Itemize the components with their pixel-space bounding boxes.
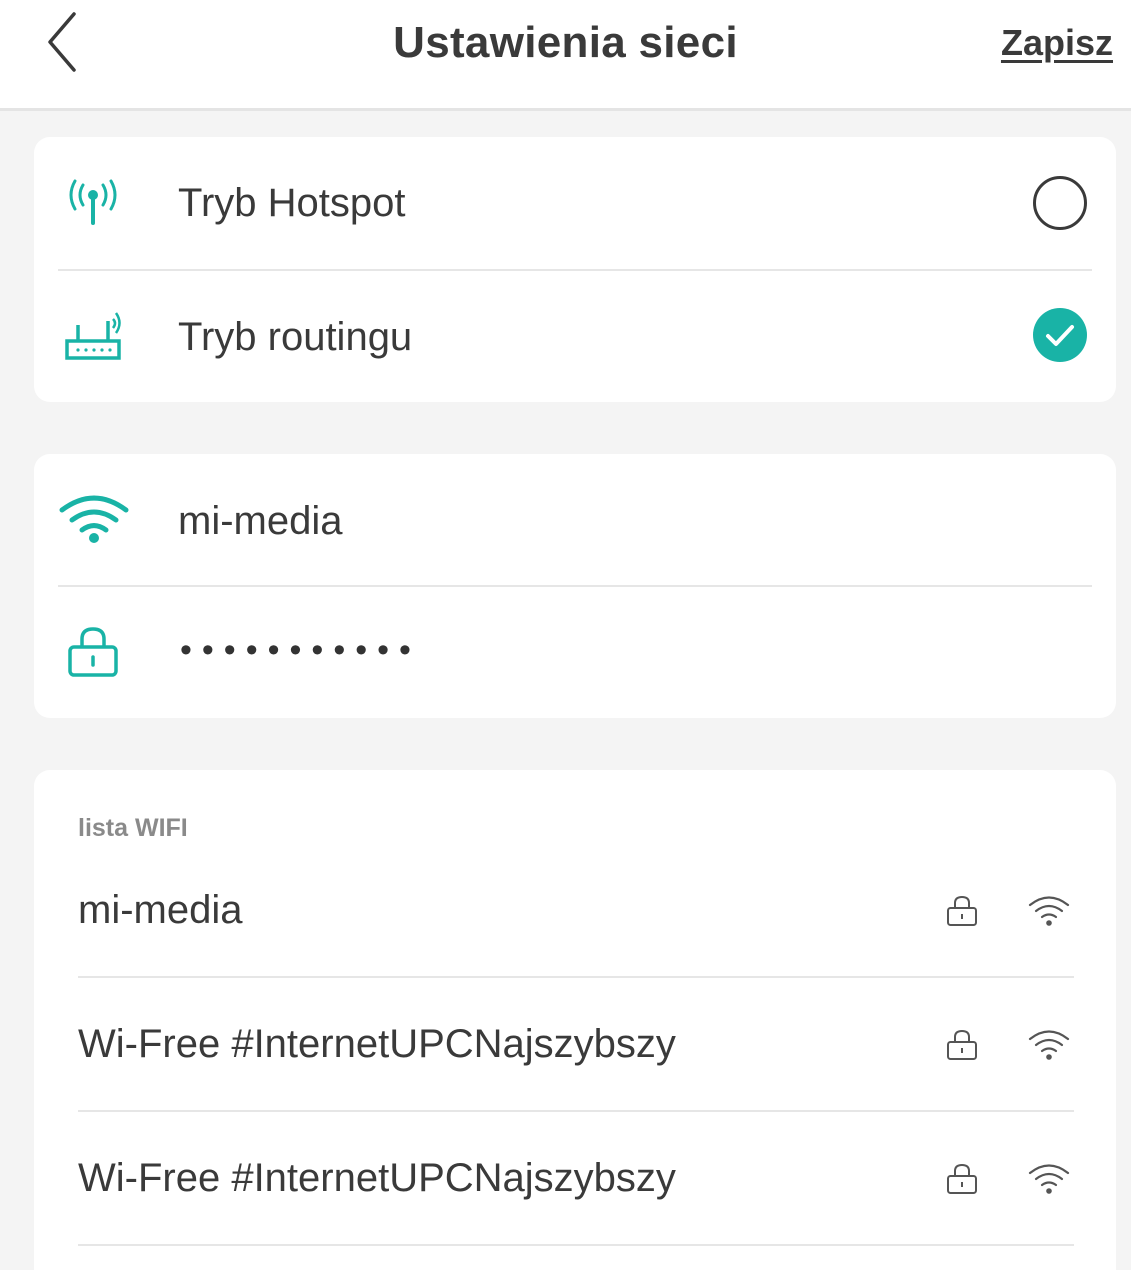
ssid-row[interactable]: mi-media <box>34 454 1116 586</box>
wifi-network-row[interactable]: Wi-Free #InternetUPCNajszybszy <box>34 1112 1116 1246</box>
lock-icon <box>947 1163 977 1194</box>
divider <box>78 1244 1074 1246</box>
lock-icon <box>68 627 118 677</box>
radio-unselected[interactable] <box>1033 176 1087 230</box>
mode-option-hotspot[interactable]: Tryb Hotspot <box>34 137 1116 270</box>
router-icon <box>65 312 121 360</box>
wifi-network-name: Wi-Free #InternetUPCNajszybszy <box>78 1022 676 1066</box>
wifi-signal-icon <box>1028 1030 1070 1060</box>
wifi-list-card: lista WIFI mi-media Wi-Free #InternetUPC… <box>34 770 1116 1270</box>
wifi-signal-icon <box>1028 896 1070 926</box>
lock-icon <box>947 895 977 926</box>
mode-option-routing[interactable]: Tryb routingu <box>34 271 1116 402</box>
ssid-value: mi-media <box>178 499 343 543</box>
wifi-list-title: lista WIFI <box>78 814 188 842</box>
wifi-network-row[interactable]: mi-media <box>34 844 1116 978</box>
page-title: Ustawienia sieci <box>393 18 738 67</box>
mode-option-label: Tryb Hotspot <box>178 181 406 225</box>
wifi-icon <box>59 495 129 543</box>
checkmark-icon <box>1046 325 1074 346</box>
password-field[interactable]: ••••••••••• <box>180 631 421 670</box>
mode-option-label: Tryb routingu <box>178 315 413 359</box>
mode-card: Tryb Hotspot Tryb routingu <box>34 137 1116 402</box>
wifi-network-name: Wi-Free #InternetUPCNajszybszy <box>78 1156 676 1200</box>
credentials-card: mi-media ••••••••••• <box>34 454 1116 718</box>
wifi-signal-icon <box>1028 1164 1070 1194</box>
hotspot-antenna-icon <box>69 179 117 225</box>
save-button[interactable]: Zapisz <box>1001 22 1113 64</box>
password-row[interactable]: ••••••••••• <box>34 587 1116 718</box>
lock-icon <box>947 1029 977 1060</box>
top-bar: Ustawienia sieci Zapisz <box>0 0 1131 111</box>
radio-selected[interactable] <box>1033 308 1087 362</box>
wifi-network-name: mi-media <box>78 888 243 932</box>
wifi-network-row[interactable]: Wi-Free #InternetUPCNajszybszy <box>34 978 1116 1112</box>
